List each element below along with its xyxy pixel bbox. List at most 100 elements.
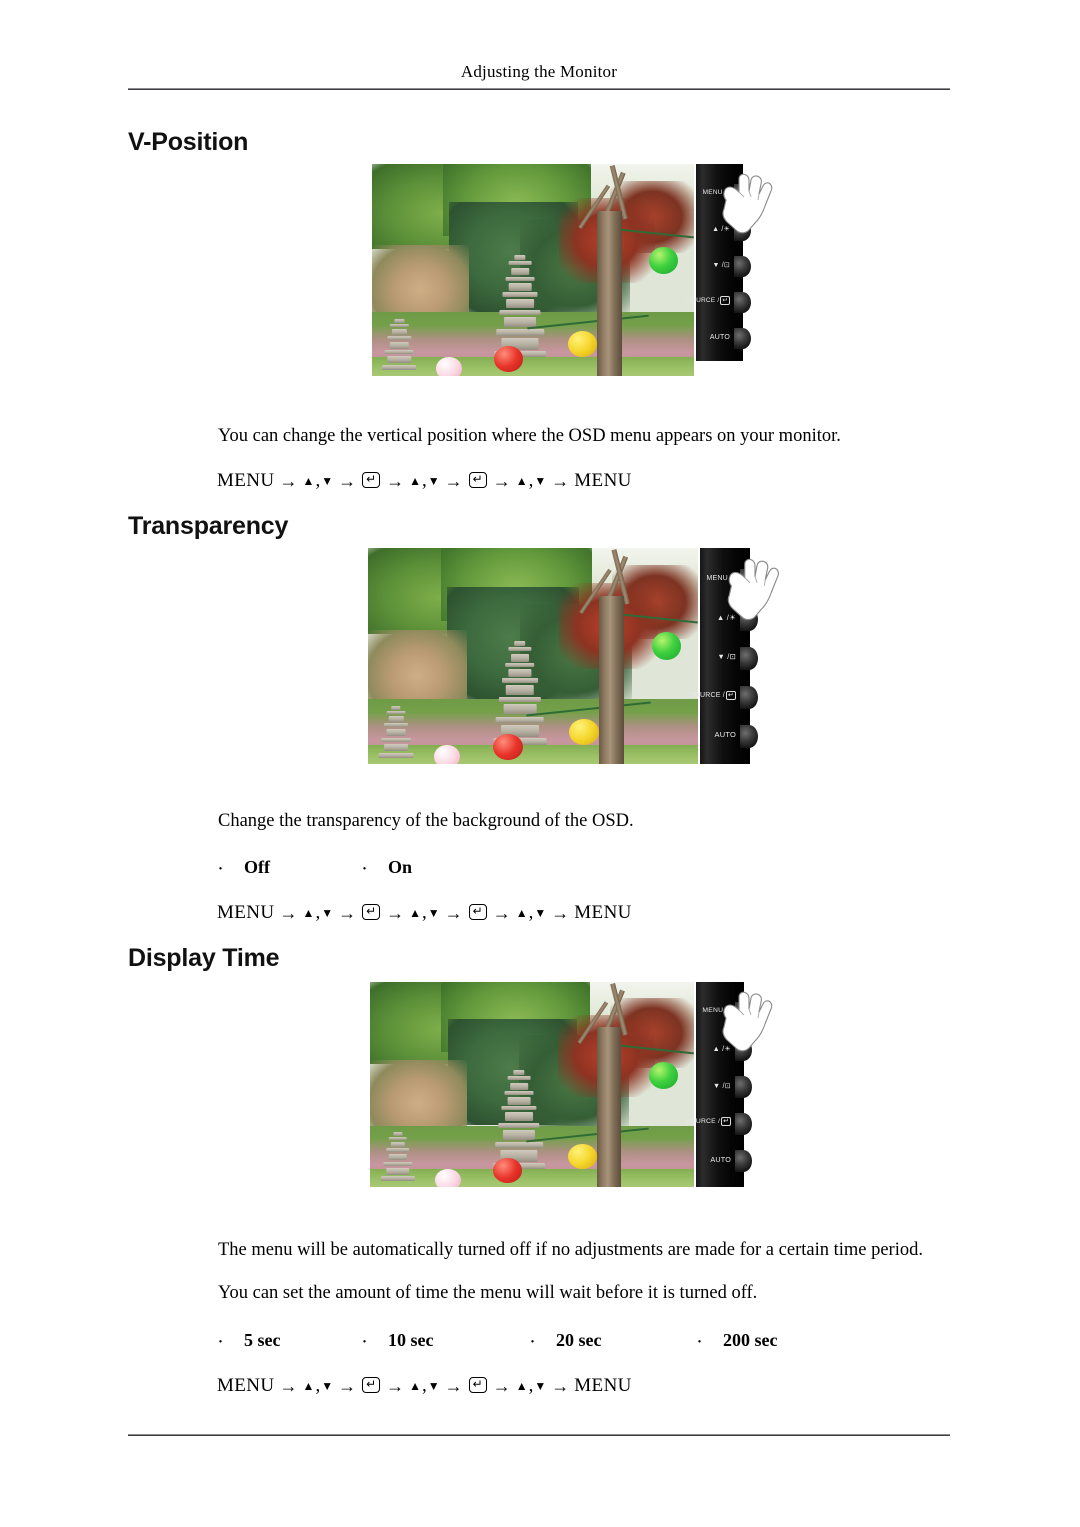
magicbright-icon: ⊡ bbox=[729, 652, 736, 661]
option-label: Off bbox=[244, 857, 270, 877]
option-item[interactable]: · On bbox=[362, 857, 412, 878]
nav-comma: , bbox=[422, 470, 427, 491]
nav-comma: , bbox=[315, 470, 321, 491]
button-label-brightness: ▲ /☀ bbox=[716, 613, 736, 622]
lantern-red bbox=[493, 733, 524, 760]
lantern-green bbox=[651, 632, 682, 661]
nav-enter-icon: ↵ bbox=[468, 1377, 487, 1393]
lantern-red bbox=[493, 1158, 523, 1183]
option-item[interactable]: · 200 sec bbox=[697, 1330, 777, 1351]
button-auto[interactable] bbox=[740, 725, 758, 748]
section-heading-transparency: Transparency bbox=[128, 512, 289, 540]
nav-down-icon: ▼ bbox=[534, 905, 547, 920]
description-v-position: You can change the vertical position whe… bbox=[218, 426, 841, 446]
nav-arrow: → bbox=[279, 902, 298, 923]
tree-trunk bbox=[597, 210, 622, 376]
button-menu[interactable] bbox=[735, 1002, 752, 1024]
option-item[interactable]: · 10 sec bbox=[362, 1330, 433, 1351]
monitor-button-panel: MENU /‖‖ ▲ /☀ ▼ /⊡ SOURCE / ↵ AUTO bbox=[686, 164, 773, 361]
button-source-enter[interactable] bbox=[740, 686, 758, 709]
header-rule bbox=[128, 88, 950, 90]
bullet: · bbox=[218, 1334, 224, 1350]
nav-path-display-time: MENU → ▲ , ▼ → ↵ → ▲ , ▼ → ↵ → ▲ , ▼ → M… bbox=[217, 1375, 632, 1397]
button-up-brightness[interactable] bbox=[734, 220, 751, 241]
button-label-auto: AUTO bbox=[714, 730, 736, 739]
nav-arrow: → bbox=[338, 470, 357, 491]
nav-down-icon: ▼ bbox=[534, 473, 547, 488]
enter-icon: ↵ bbox=[720, 296, 730, 305]
nav-start: MENU bbox=[217, 1375, 275, 1396]
nav-end: MENU bbox=[574, 470, 632, 491]
button-down-magicbright[interactable] bbox=[735, 1076, 752, 1098]
button-label-magicbright: ▼ /⊡ bbox=[717, 652, 736, 661]
button-down-magicbright[interactable] bbox=[740, 647, 758, 670]
bullet: · bbox=[218, 861, 224, 877]
nav-arrow: → bbox=[386, 1375, 405, 1396]
button-auto[interactable] bbox=[734, 328, 751, 349]
button-menu[interactable] bbox=[740, 569, 758, 592]
tree-trunk bbox=[599, 595, 624, 764]
button-label-auto: AUTO bbox=[710, 1155, 731, 1164]
button-label-menu: MENU /‖‖ bbox=[702, 1007, 732, 1014]
nav-start: MENU bbox=[217, 902, 275, 923]
button-up-brightness[interactable] bbox=[735, 1039, 752, 1061]
nav-arrow: → bbox=[551, 470, 570, 491]
description-transparency: Change the transparency of the backgroun… bbox=[218, 811, 634, 831]
section-heading-display-time: Display Time bbox=[128, 944, 280, 972]
nav-comma: , bbox=[422, 902, 427, 923]
nav-arrow: → bbox=[386, 470, 405, 491]
button-label-brightness: ▲ /☀ bbox=[712, 226, 730, 233]
nav-down-icon: ▼ bbox=[427, 905, 440, 920]
nav-arrow: → bbox=[444, 1375, 463, 1396]
nav-arrow: → bbox=[386, 902, 405, 923]
button-label-source: SOURCE / ↵ bbox=[689, 691, 736, 700]
monitor-screen bbox=[368, 548, 698, 764]
stone-pagoda-center bbox=[493, 640, 547, 745]
monitor-button-panel: MENU /‖‖ ▲ /☀ ▼ /⊡ SOURCE / ↵ AUTO bbox=[689, 548, 779, 764]
monitor-figure-v-position: MENU /‖‖ ▲ /☀ ▼ /⊡ SOURCE / ↵ AUTO bbox=[372, 164, 773, 376]
manual-page: Adjusting the Monitor V-Position MENU /‖… bbox=[0, 0, 1080, 1527]
nav-up-icon: ▲ bbox=[515, 905, 528, 920]
running-head: Adjusting the Monitor bbox=[460, 62, 618, 81]
stone-pagoda-left bbox=[378, 705, 414, 764]
button-label-menu: MENU /‖‖ bbox=[702, 189, 732, 196]
nav-down-icon: ▼ bbox=[427, 473, 440, 488]
nav-enter-icon: ↵ bbox=[468, 472, 487, 488]
button-source-enter[interactable] bbox=[735, 1113, 752, 1135]
option-item[interactable]: · 20 sec bbox=[530, 1330, 601, 1351]
nav-arrow: → bbox=[492, 470, 511, 491]
button-up-brightness[interactable] bbox=[740, 608, 758, 631]
brightness-icon: ☀ bbox=[723, 226, 730, 233]
foreground-grass bbox=[372, 356, 694, 376]
lantern-green bbox=[648, 246, 678, 275]
foreground-grass bbox=[368, 744, 698, 764]
monitor-figure-display-time: MENU /‖‖ ▲ /☀ ▼ /⊡ SOURCE / ↵ AUTO bbox=[370, 982, 774, 1187]
nav-enter-icon: ↵ bbox=[362, 472, 381, 488]
lantern-yellow bbox=[569, 718, 599, 745]
option-item[interactable]: · 5 sec bbox=[218, 1330, 280, 1351]
nav-arrow: → bbox=[279, 470, 298, 491]
button-menu[interactable] bbox=[734, 184, 751, 205]
nav-path-transparency: MENU → ▲ , ▼ → ↵ → ▲ , ▼ → ↵ → ▲ , ▼ → M… bbox=[217, 902, 632, 924]
nav-down-icon: ▼ bbox=[321, 905, 334, 920]
bullet: · bbox=[362, 1334, 368, 1350]
nav-up-icon: ▲ bbox=[302, 1378, 315, 1393]
nav-enter-icon: ↵ bbox=[362, 904, 381, 920]
section-heading-v-position: V-Position bbox=[128, 128, 249, 156]
nav-enter-icon: ↵ bbox=[468, 904, 487, 920]
button-down-magicbright[interactable] bbox=[734, 256, 751, 277]
monitor-screen bbox=[370, 982, 694, 1187]
tree-trunk bbox=[596, 1027, 622, 1187]
option-item[interactable]: · Off bbox=[218, 857, 270, 878]
button-auto[interactable] bbox=[735, 1150, 752, 1172]
nav-up-icon: ▲ bbox=[302, 905, 315, 920]
button-source-enter[interactable] bbox=[734, 292, 751, 313]
monitor-figure-transparency: MENU /‖‖ ▲ /☀ ▼ /⊡ SOURCE / ↵ AUTO bbox=[368, 548, 792, 764]
nav-up-icon: ▲ bbox=[515, 1378, 528, 1393]
bullet: · bbox=[530, 1334, 536, 1350]
nav-end: MENU bbox=[574, 902, 632, 923]
bullet: · bbox=[697, 1334, 703, 1350]
menu-bars-icon: ‖‖ bbox=[726, 189, 732, 196]
nav-comma: , bbox=[315, 1375, 321, 1396]
option-label: 10 sec bbox=[388, 1330, 434, 1350]
